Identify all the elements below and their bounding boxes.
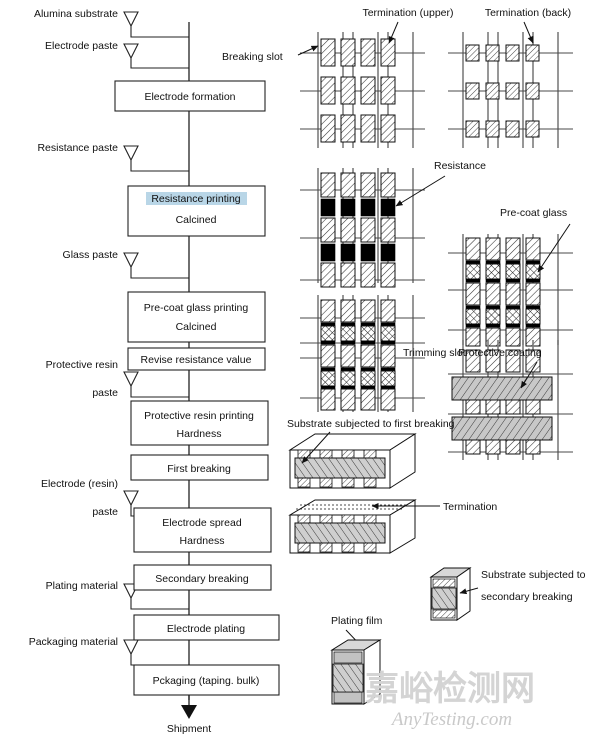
input-label-packaging-material: Packaging material (29, 636, 118, 648)
callout-pre-coat-glass: Pre-coat glass (500, 207, 567, 219)
process-label-electrode-formation: Electrode formation (144, 91, 235, 103)
plating-film-body (332, 663, 364, 693)
input-label-electrode-resin-paste: Electrode (resin) (41, 478, 118, 490)
process-label-protective-resin-printing: Protective resin printing (144, 410, 254, 422)
callout-termination: Termination (443, 501, 497, 513)
process-label-secondary-breaking: Secondary breaking (155, 573, 249, 585)
panel-trimming-slot: Trimming slot (300, 295, 466, 412)
callout-breaking-slot-group: Breaking slot (222, 45, 319, 63)
iso2-coating-band (294, 522, 386, 544)
callout-plating-film: Plating film (331, 615, 383, 627)
callout-breaking-slot: Breaking slot (222, 51, 283, 63)
callout-substrate-secondary-breaking-line2: secondary breaking (481, 591, 573, 603)
leader-pre-coat-glass (537, 223, 571, 273)
trimming-slot-cell (320, 325, 336, 342)
watermark: 嘉峪检测网 AnyTesting.com (365, 669, 535, 730)
process-label-resistance-printing: Resistance printing (151, 193, 240, 205)
diagram-canvas: Alumina substrate Electrode paste Resist… (0, 0, 600, 738)
leader-termination-back (523, 21, 534, 44)
callout-resistance: Resistance (434, 160, 486, 172)
iso-substrate-first-breaking: Substrate subjected to first breaking (287, 418, 455, 489)
callout-trimming-slot: Trimming slot (403, 347, 466, 359)
panel-termination-back: Termination (back) (448, 7, 573, 148)
shipment-label: Shipment (167, 723, 211, 735)
input-label-plating-material: Plating material (46, 580, 118, 592)
iso1-coating-band (294, 457, 386, 479)
process-boxes: Electrode formation Resistance printing … (114, 80, 280, 696)
trimming-slot-cell (340, 325, 356, 342)
resistance-element (340, 198, 356, 217)
leader-resistance (395, 175, 446, 207)
process-label-resistance-printing-calcined: Calcined (176, 214, 217, 226)
shipment-output: Shipment (167, 695, 211, 735)
process-label-first-breaking: First breaking (167, 463, 231, 475)
callout-termination-upper: Termination (upper) (362, 7, 453, 19)
resistance-element (360, 198, 376, 217)
leader-breaking-slot (297, 45, 319, 56)
panel-protective-coating: Protective coating (448, 340, 573, 460)
resistance-element (360, 243, 376, 262)
resistance-element (380, 243, 396, 262)
trimming-cells (320, 299, 396, 411)
watermark-english: AnyTesting.com (390, 709, 512, 730)
trimming-slot-cell (380, 325, 396, 342)
callout-substrate-first-breaking: Substrate subjected to first breaking (287, 418, 455, 430)
flowchart: Alumina substrate Electrode paste Resist… (29, 8, 280, 735)
callout-substrate-secondary-breaking-line1: Substrate subjected to (481, 569, 586, 581)
process-label-electrode-spread-hardness: Hardness (180, 535, 225, 547)
process-label-revise-resistance-value: Revise resistance value (141, 354, 252, 366)
process-label-pre-coat-glass-calcined: Calcined (176, 321, 217, 333)
watermark-chinese: 嘉峪检测网 (365, 669, 535, 709)
iso3-coating-band (431, 587, 457, 610)
plating-film-layer (333, 651, 363, 664)
input-label-alumina-substrate: Alumina substrate (34, 8, 118, 20)
resistance-element (380, 198, 396, 217)
trimming-slot-cell (360, 325, 376, 342)
protective-coating-band (451, 416, 553, 441)
process-box-pre-coat-glass-printing[interactable] (127, 291, 266, 343)
iso-termination: Termination (288, 499, 497, 554)
input-label-electrode-resin-paste-line2: paste (92, 506, 118, 518)
input-label-resistance-paste: Resistance paste (37, 142, 118, 154)
input-labels: Alumina substrate Electrode paste Resist… (29, 8, 118, 648)
input-label-protective-resin-paste: Protective resin (46, 359, 119, 371)
process-label-electrode-spread: Electrode spread (162, 517, 242, 529)
resistance-element (320, 198, 336, 217)
panel-resistance: Resistance (300, 160, 486, 288)
process-label-packaging: Pckaging (taping. bulk) (153, 675, 260, 687)
pre-coat-glass-block (505, 263, 521, 280)
process-flow-diagram: Alumina substrate Electrode paste Resist… (29, 7, 586, 735)
input-label-protective-resin-paste-line2: paste (92, 387, 118, 399)
callout-protective-coating: Protective coating (458, 347, 542, 359)
input-label-glass-paste: Glass paste (63, 249, 119, 261)
pre-coat-glass-block (485, 263, 501, 280)
resistance-element (340, 243, 356, 262)
process-label-protective-resin-hardness: Hardness (177, 428, 222, 440)
pre-coat-glass-block (465, 263, 481, 280)
iso-substrate-secondary-breaking: Substrate subjected to secondary breakin… (429, 567, 586, 621)
process-label-pre-coat-glass-printing: Pre-coat glass printing (144, 302, 249, 314)
protective-coating-band (451, 376, 553, 401)
callout-termination-back: Termination (back) (485, 7, 571, 19)
panel-termination-upper: Termination (upper) (300, 7, 454, 148)
input-label-electrode-paste: Electrode paste (45, 40, 118, 52)
resistance-element (320, 243, 336, 262)
shipment-arrow-icon (181, 705, 197, 719)
panel-pre-coat-glass: Pre-coat glass (448, 207, 573, 347)
plating-film-layer (333, 691, 363, 704)
process-label-electrode-plating: Electrode plating (167, 623, 245, 635)
